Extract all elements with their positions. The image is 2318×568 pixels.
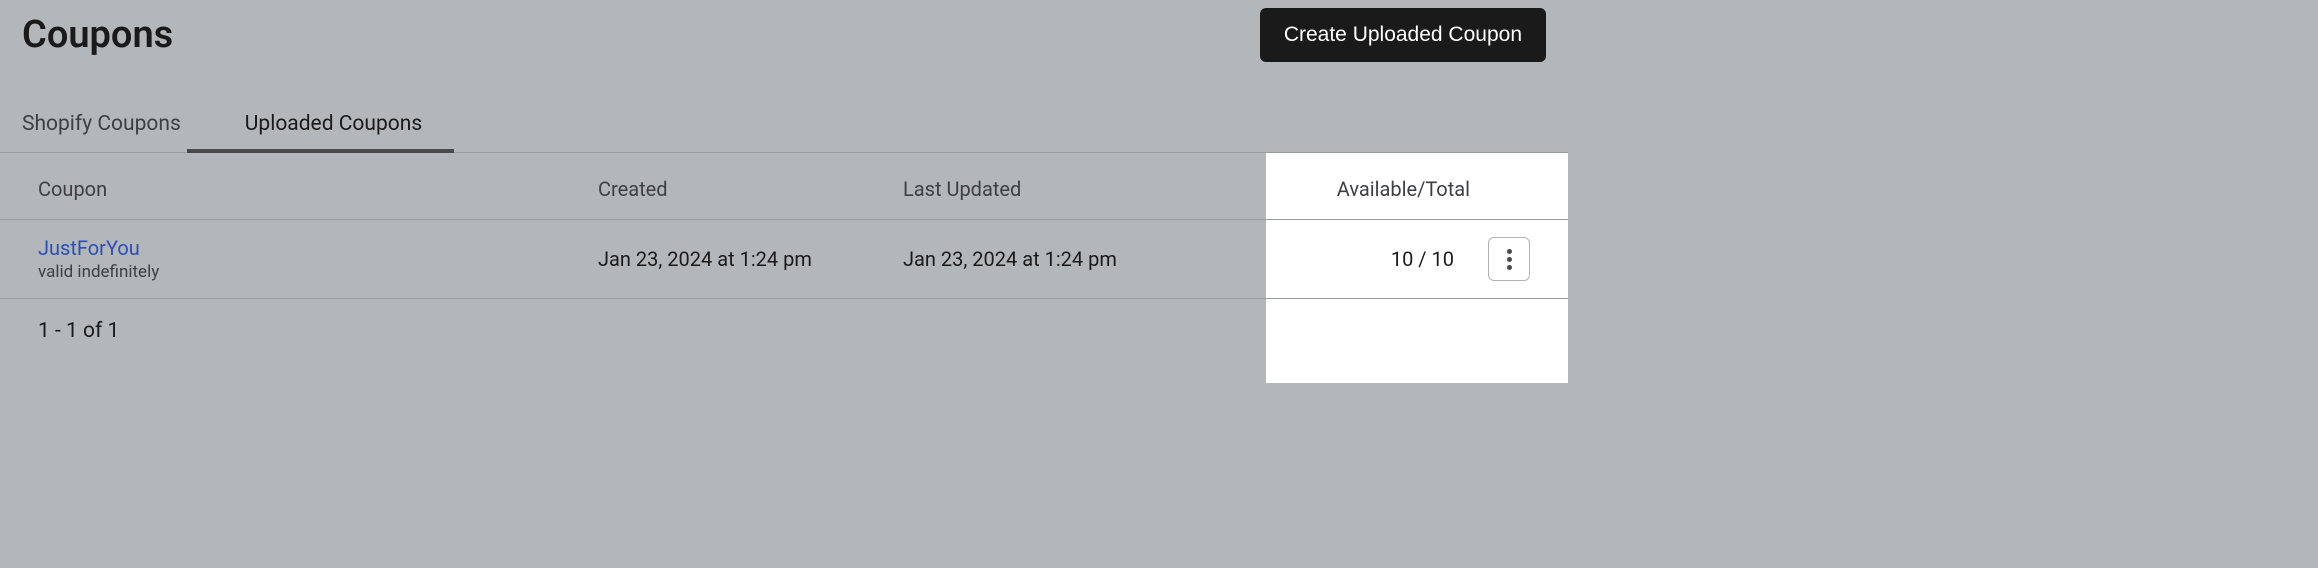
- coupon-cell: JustForYou valid indefinitely: [38, 236, 598, 282]
- tab-shopify-coupons[interactable]: Shopify Coupons: [22, 98, 213, 152]
- column-header-available-total: Available/Total: [1323, 177, 1546, 201]
- available-total-value: 10 / 10: [1391, 247, 1454, 271]
- more-vertical-icon: [1507, 249, 1512, 270]
- available-total-cell: 10 / 10: [1323, 237, 1546, 281]
- tabs-container: Shopify Coupons Uploaded Coupons: [0, 98, 1568, 153]
- create-uploaded-coupon-button[interactable]: Create Uploaded Coupon: [1260, 8, 1546, 62]
- table-header: Coupon Created Last Updated Available/To…: [0, 153, 1568, 220]
- created-cell: Jan 23, 2024 at 1:24 pm: [598, 247, 903, 271]
- row-actions-button[interactable]: [1488, 237, 1530, 281]
- page-title: Coupons: [22, 13, 173, 57]
- table-row: JustForYou valid indefinitely Jan 23, 20…: [0, 220, 1568, 299]
- coupons-table: Coupon Created Last Updated Available/To…: [0, 153, 1568, 299]
- column-header-coupon: Coupon: [38, 177, 598, 201]
- last-updated-cell: Jan 23, 2024 at 1:24 pm: [903, 247, 1323, 271]
- tab-uploaded-coupons[interactable]: Uploaded Coupons: [213, 98, 454, 152]
- column-header-created: Created: [598, 177, 903, 201]
- coupon-name-link[interactable]: JustForYou: [38, 236, 598, 260]
- pagination-text: 1 - 1 of 1: [0, 299, 1568, 363]
- column-header-last-updated: Last Updated: [903, 177, 1323, 201]
- coupon-validity: valid indefinitely: [38, 262, 598, 282]
